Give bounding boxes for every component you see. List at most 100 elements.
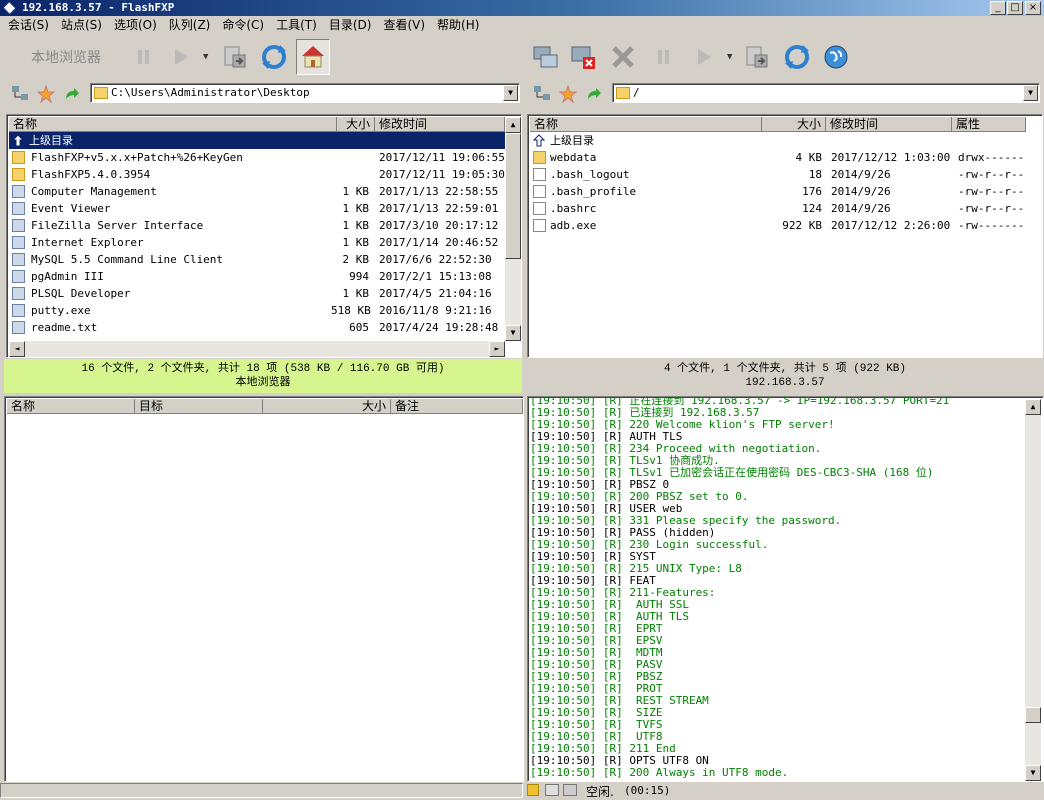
refresh-icon[interactable] <box>257 39 291 75</box>
file-row[interactable]: webdata 4 KB 2017/12/12 1:03:00 drwx----… <box>530 149 1026 166</box>
parent-folder-icon[interactable] <box>62 84 82 104</box>
chevron-down-icon[interactable]: ▼ <box>203 52 211 62</box>
chevron-down-icon[interactable]: ▼ <box>503 85 518 101</box>
home-icon[interactable] <box>296 39 330 75</box>
folder-icon <box>616 87 630 99</box>
sites-icon[interactable] <box>10 84 30 104</box>
file-row[interactable]: adb.exe 922 KB 2017/12/12 2:26:00 -rw---… <box>530 217 1026 234</box>
scroll-up-icon[interactable]: ▲ <box>505 117 521 133</box>
local-vertical-scrollbar[interactable]: ▲ ▼ <box>505 117 521 341</box>
file-row[interactable]: Internet Explorer 1 KB 2017/1/14 20:46:5… <box>9 234 505 251</box>
menu-directory[interactable]: 目录(D) <box>321 16 376 34</box>
remote-toolbar: ▼ <box>526 36 1044 78</box>
log-vertical-scrollbar[interactable]: ▲ ▼ <box>1025 399 1041 781</box>
remote-status-panel: 4 个文件, 1 个文件夹, 共计 5 项 (922 KB) 192.168.3… <box>526 359 1044 393</box>
parent-folder-icon[interactable] <box>584 84 604 104</box>
connection-icon <box>563 784 577 796</box>
maximize-button[interactable]: □ <box>1007 1 1023 15</box>
file-row[interactable]: pgAdmin III 994 2017/2/1 15:13:08 <box>9 268 505 285</box>
scroll-left-icon[interactable]: ◄ <box>9 341 25 357</box>
col-name[interactable]: 名称 <box>9 117 337 132</box>
pause-icon[interactable] <box>126 39 160 75</box>
refresh-list-icon[interactable] <box>218 39 252 75</box>
pgadmin-icon <box>12 270 25 283</box>
putty-icon <box>12 304 25 317</box>
local-browser-button[interactable]: 本地浏览器 <box>14 39 118 75</box>
close-button[interactable]: × <box>1025 1 1041 15</box>
scroll-thumb[interactable] <box>1025 707 1041 723</box>
chevron-down-icon[interactable]: ▼ <box>727 52 735 62</box>
menu-queue[interactable]: 队列(Z) <box>161 16 215 34</box>
folder-icon <box>94 87 108 99</box>
refresh-icon[interactable] <box>780 39 814 75</box>
folder-icon <box>12 151 25 164</box>
play-icon[interactable] <box>686 39 720 75</box>
transfer-mode-icon <box>545 784 559 796</box>
minimize-button[interactable]: _ <box>990 1 1006 15</box>
local-horizontal-scrollbar[interactable]: ◄ ► <box>9 341 505 357</box>
pause-icon[interactable] <box>646 39 680 75</box>
col-attributes[interactable]: 属性 <box>952 117 1026 132</box>
col-size[interactable]: 大小 <box>762 117 826 132</box>
col-queue-size[interactable]: 大小 <box>263 399 391 414</box>
remote-path-input[interactable]: / ▼ <box>612 83 1040 103</box>
remote-rows: 上级目录 webdata 4 KB 2017/12/12 1:03:00 drw… <box>530 132 1026 234</box>
col-queue-target[interactable]: 目标 <box>135 399 263 414</box>
chevron-down-icon[interactable]: ▼ <box>1023 85 1038 101</box>
computer-management-icon <box>12 185 25 198</box>
internet-explorer-icon <box>12 236 25 249</box>
idle-timer: (00:15) <box>624 784 671 797</box>
scroll-down-icon[interactable]: ▼ <box>1025 765 1041 781</box>
file-row[interactable]: FlashFXP+v5.x.x+Patch+%26+KeyGen 2017/12… <box>9 149 505 166</box>
menu-session[interactable]: 会话(S) <box>0 16 53 34</box>
up-directory-row[interactable]: 上级目录 <box>530 132 1026 149</box>
connect-icon[interactable] <box>528 39 562 75</box>
window-title: 192.168.3.57 - FlashFXP <box>22 1 175 14</box>
menu-tools[interactable]: 工具(T) <box>268 16 321 34</box>
file-row[interactable]: FlashFXP5.4.0.3954 2017/12/11 19:05:30 <box>9 166 505 183</box>
menu-view[interactable]: 查看(V) <box>375 16 429 34</box>
col-queue-note[interactable]: 备注 <box>391 399 523 414</box>
col-name[interactable]: 名称 <box>530 117 762 132</box>
file-row[interactable]: PLSQL Developer 1 KB 2017/4/5 21:04:16 <box>9 285 505 302</box>
play-icon[interactable] <box>163 39 197 75</box>
up-arrow-icon <box>11 134 25 147</box>
menu-help[interactable]: 帮助(H) <box>429 16 483 34</box>
menu-commands[interactable]: 命令(C) <box>214 16 268 34</box>
sites-icon[interactable] <box>532 84 552 104</box>
scroll-thumb[interactable] <box>505 133 521 259</box>
file-row[interactable]: MySQL 5.5 Command Line Client 2 KB 2017/… <box>9 251 505 268</box>
globe-icon[interactable] <box>819 39 853 75</box>
abort-icon[interactable] <box>606 39 640 75</box>
scroll-down-icon[interactable]: ▼ <box>505 325 521 341</box>
status-bar: 空闲. (00:15) <box>0 782 1044 799</box>
scroll-up-icon[interactable]: ▲ <box>1025 399 1041 415</box>
status-left <box>0 783 523 798</box>
up-directory-row[interactable]: 上级目录 <box>9 132 507 149</box>
up-arrow-icon <box>532 134 546 147</box>
file-row[interactable]: FileZilla Server Interface 1 KB 2017/3/1… <box>9 217 505 234</box>
col-modified[interactable]: 修改时间 <box>826 117 952 132</box>
file-row[interactable]: Computer Management 1 KB 2017/1/13 22:58… <box>9 183 505 200</box>
file-row[interactable]: .bash_profile 176 2014/9/26 -rw-r--r-- <box>530 183 1026 200</box>
favorites-icon[interactable] <box>558 84 578 104</box>
file-row[interactable]: readme.txt 605 2017/4/24 19:28:48 <box>9 319 505 336</box>
scroll-right-icon[interactable]: ► <box>489 341 505 357</box>
col-size[interactable]: 大小 <box>337 117 375 132</box>
title-bar: 192.168.3.57 - FlashFXP <box>0 0 1044 16</box>
refresh-list-icon[interactable] <box>740 39 774 75</box>
file-row[interactable]: Event Viewer 1 KB 2017/1/13 22:59:01 <box>9 200 505 217</box>
file-row[interactable]: .bash_logout 18 2014/9/26 -rw-r--r-- <box>530 166 1026 183</box>
col-queue-name[interactable]: 名称 <box>7 399 135 414</box>
file-icon <box>533 168 546 181</box>
file-row[interactable]: putty.exe 518 KB 2016/11/8 9:21:16 <box>9 302 505 319</box>
col-modified[interactable]: 修改时间 <box>375 117 505 132</box>
file-row[interactable]: .bashrc 124 2014/9/26 -rw-r--r-- <box>530 200 1026 217</box>
disconnect-icon[interactable] <box>566 39 600 75</box>
favorites-icon[interactable] <box>36 84 56 104</box>
menu-options[interactable]: 选项(O) <box>106 16 161 34</box>
local-path-input[interactable]: C:\Users\Administrator\Desktop ▼ <box>90 83 520 103</box>
local-status-sub: 本地浏览器 <box>235 377 291 389</box>
menu-sites[interactable]: 站点(S) <box>53 16 106 34</box>
remote-status-sub: 192.168.3.57 <box>745 377 825 389</box>
